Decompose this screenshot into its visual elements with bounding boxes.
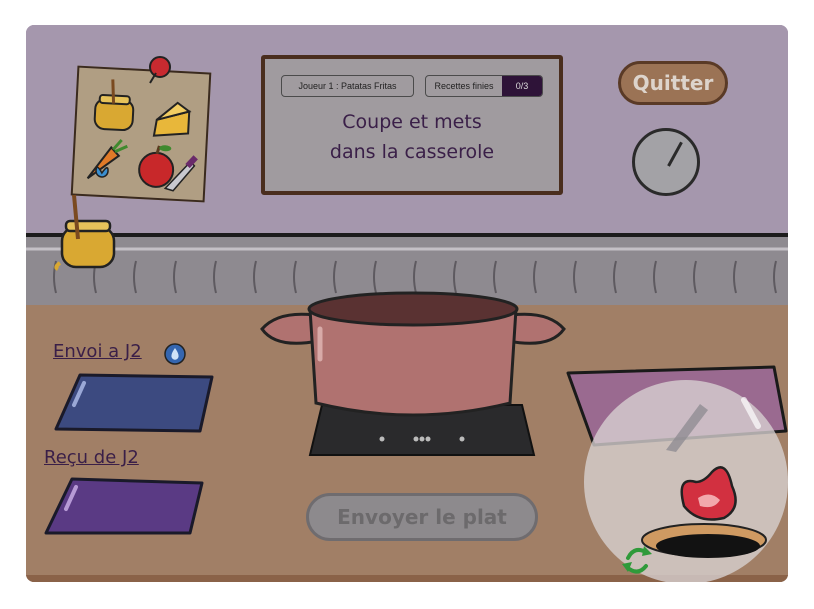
receive-tray[interactable] <box>42 475 208 541</box>
instruction-line-2: dans la casserole <box>329 141 495 163</box>
game-scene: Joueur 1 : Patatas Fritas Recettes finie… <box>26 25 788 582</box>
send-to-j2-label: Envoi a J2 <box>53 341 142 362</box>
send-tray[interactable] <box>50 369 216 439</box>
water-drop-badge-icon <box>164 343 186 365</box>
instruction-line-1: Coupe et mets <box>342 111 482 133</box>
quit-button[interactable]: Quitter <box>618 61 728 105</box>
active-station-highlight <box>584 380 788 582</box>
push-pin-icon <box>149 56 171 84</box>
round-timer <box>632 128 700 196</box>
apple-icon <box>138 145 175 188</box>
order-board: Joueur 1 : Patatas Fritas Recettes finie… <box>261 55 563 195</box>
order-instruction: Coupe et mets dans la casserole <box>265 107 559 167</box>
recipe-card-illustrations <box>86 79 198 192</box>
player-badge: Joueur 1 : Patatas Fritas <box>281 75 414 97</box>
cheese-icon <box>152 101 192 137</box>
player-label: Joueur 1 : Patatas Fritas <box>298 81 397 91</box>
recipes-counter: Recettes finies 0/3 <box>425 75 543 97</box>
recipes-label: Recettes finies <box>434 81 494 91</box>
honey-jar-ingredient[interactable] <box>54 193 122 273</box>
cooking-pot[interactable] <box>258 287 568 427</box>
honey-jar-icon <box>93 79 135 132</box>
serve-dish-button[interactable]: Envoyer le plat <box>306 493 538 541</box>
recipe-card <box>70 65 212 203</box>
recipes-count: 0/3 <box>502 76 542 96</box>
timer-hand <box>667 141 683 167</box>
received-from-j2-label: Reçu de J2 <box>44 447 139 468</box>
